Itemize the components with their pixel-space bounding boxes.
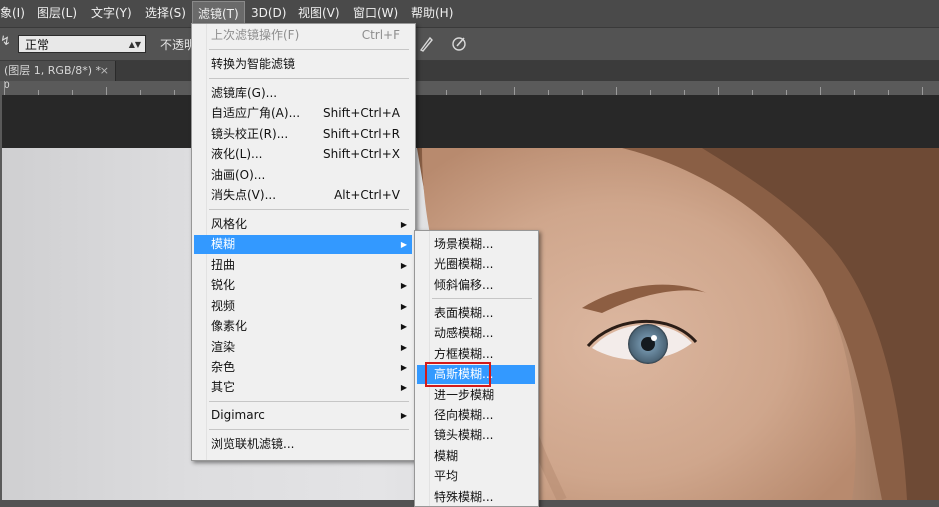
submenu-arrow-icon: ▶ (400, 322, 407, 331)
menu-item-blur-more[interactable]: 进一步模糊 (417, 386, 535, 405)
submenu-arrow-icon: ▶ (400, 302, 407, 311)
menu-item-motion-blur[interactable]: 动感模糊... (417, 324, 535, 343)
menu-item-lens-correction[interactable]: 镜头校正(R)... Shift+Ctrl+R (194, 125, 412, 144)
menu-item-average[interactable]: 平均 (417, 467, 535, 486)
menu-item-iris-blur[interactable]: 光圈模糊... (417, 255, 535, 274)
chevron-updown-icon: ▲▼ (128, 40, 141, 49)
menu-item-digimarc[interactable]: Digimarc ▶ (194, 406, 412, 425)
submenu-arrow-icon: ▶ (400, 383, 407, 392)
menu-item-sharpen[interactable]: 锐化 ▶ (194, 276, 412, 295)
menu-item-adaptive-wide-angle[interactable]: 自适应广角(A)... Shift+Ctrl+A (194, 104, 412, 123)
tool-mode-icon[interactable]: ↯ (0, 34, 11, 49)
menu-image[interactable]: 象(I) (0, 0, 25, 27)
blend-mode-select[interactable]: 正常 ▲▼ (18, 35, 146, 53)
menu-item-field-blur[interactable]: 场景模糊... (417, 235, 535, 254)
menu-item-last-filter: 上次滤镜操作(F) Ctrl+F (211, 28, 400, 42)
pressure-pen-icon[interactable] (450, 35, 468, 53)
close-icon[interactable]: × (100, 61, 109, 81)
menu-item-pixelate[interactable]: 像素化 ▶ (194, 317, 412, 336)
submenu-arrow-icon: ▶ (400, 363, 407, 372)
submenu-arrow-icon: ▶ (400, 411, 407, 420)
menu-item-tilt-shift[interactable]: 倾斜偏移... (417, 276, 535, 295)
submenu-arrow-icon: ▶ (400, 220, 407, 229)
gaussian-blur-callout-box (425, 362, 491, 387)
canvas-pasteboard (2, 95, 939, 148)
menu-item-oil-paint[interactable]: 油画(O)... (194, 166, 412, 185)
brush-icon[interactable] (418, 35, 434, 53)
menu-item-blur[interactable]: 模糊 (417, 447, 535, 466)
menu-item-filter-gallery[interactable]: 滤镜库(G)... (194, 84, 412, 103)
horizontal-ruler: 0 (0, 81, 939, 96)
menu-item-blur[interactable]: 模糊 ▶ (194, 235, 412, 254)
menu-item-noise[interactable]: 杂色 ▶ (194, 358, 412, 377)
submenu-arrow-icon: ▶ (400, 281, 407, 290)
menu-item-surface-blur[interactable]: 表面模糊... (417, 304, 535, 323)
document-tab[interactable]: (图层 1, RGB/8*) * × (0, 61, 116, 81)
submenu-arrow-icon: ▶ (400, 240, 407, 249)
menu-select[interactable]: 选择(S) (145, 0, 186, 27)
menu-item-video[interactable]: 视频 ▶ (194, 297, 412, 316)
document-tab-title: (图层 1, RGB/8*) * (4, 64, 101, 77)
menu-item-distort[interactable]: 扭曲 ▶ (194, 256, 412, 275)
menu-item-lens-blur[interactable]: 镜头模糊... (417, 426, 535, 445)
menu-layer[interactable]: 图层(L) (37, 0, 77, 27)
menu-item-stylize[interactable]: 风格化 ▶ (194, 215, 412, 234)
menu-help[interactable]: 帮助(H) (411, 0, 453, 27)
blend-mode-value: 正常 (25, 38, 50, 52)
menu-item-browse-filters-online[interactable]: 浏览联机滤镜... (194, 435, 412, 454)
submenu-arrow-icon: ▶ (400, 261, 407, 270)
menu-item-render[interactable]: 渲染 ▶ (194, 338, 412, 357)
menu-item-convert-smart-filters[interactable]: 转换为智能滤镜 (194, 55, 412, 74)
menu-item-other[interactable]: 其它 ▶ (194, 378, 412, 397)
menu-type[interactable]: 文字(Y) (91, 0, 132, 27)
tab-bar (0, 61, 939, 81)
menu-item-liquify[interactable]: 液化(L)... Shift+Ctrl+X (194, 145, 412, 164)
submenu-arrow-icon: ▶ (400, 343, 407, 352)
menu-item-smart-blur[interactable]: 特殊模糊... (417, 488, 535, 507)
menu-item-vanishing-point[interactable]: 消失点(V)... Alt+Ctrl+V (194, 186, 412, 205)
menu-bar: 象(I) 图层(L) 文字(Y) 选择(S) 滤镜(T) 3D(D) 视图(V)… (0, 0, 939, 28)
menu-item-radial-blur[interactable]: 径向模糊... (417, 406, 535, 425)
filter-menu: 上次滤镜操作(F) Ctrl+F 转换为智能滤镜 滤镜库(G)... 自适应广角(… (191, 23, 416, 461)
